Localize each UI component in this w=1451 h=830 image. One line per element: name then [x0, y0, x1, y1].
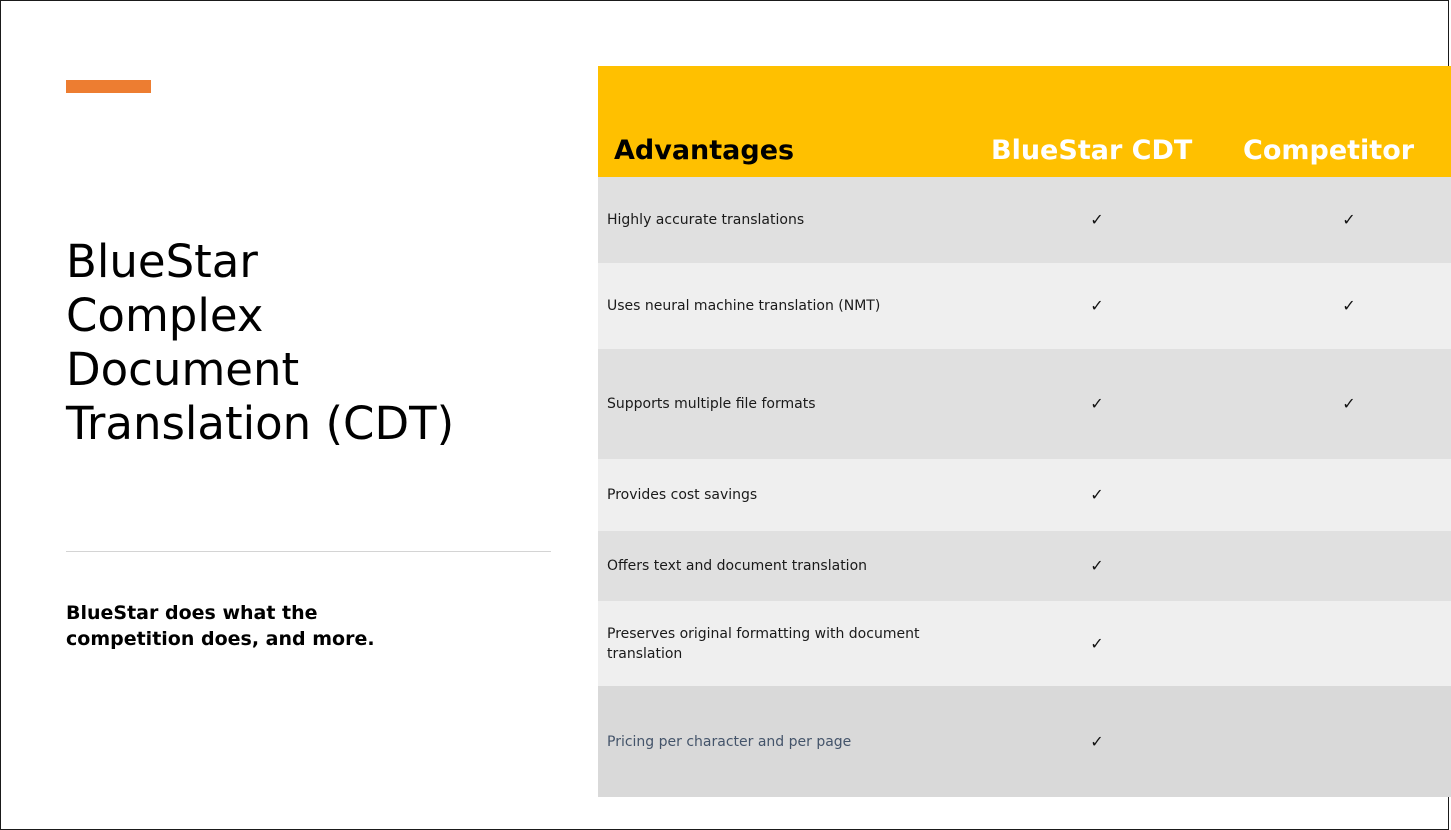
- bluestar-check-icon: ✓: [1090, 210, 1104, 229]
- row-label: Pricing per character and per page: [607, 733, 852, 750]
- slide-subtitle: BlueStar does what the competition does,…: [66, 602, 375, 650]
- competitor-check-icon: ✓: [1342, 394, 1356, 413]
- bluestar-check-icon: ✓: [1090, 633, 1104, 653]
- row-label: Highly accurate translations: [607, 212, 805, 228]
- row-label: Preserves original formatting with docum…: [607, 625, 920, 662]
- bluestar-check-icon: ✓: [1090, 296, 1104, 315]
- competitor-check-icon: ✓: [1342, 296, 1356, 315]
- table-row: Pricing per character and per page ✓: [598, 686, 1451, 797]
- competitor-check-icon: ✓: [1342, 210, 1356, 229]
- table-row: Preserves original formatting with docum…: [598, 601, 1451, 686]
- table-row: Highly accurate translations ✓ ✓: [598, 177, 1451, 263]
- table-header-row: Advantages BlueStar CDT Competitor: [598, 66, 1451, 177]
- row-label: Uses neural machine translation (NMT): [607, 298, 881, 314]
- title-divider: [66, 551, 551, 552]
- row-label: Provides cost savings: [607, 487, 758, 503]
- bluestar-check-icon: ✓: [1090, 485, 1104, 504]
- header-competitor: Competitor: [1243, 135, 1415, 166]
- bluestar-check-icon: ✓: [1090, 556, 1104, 575]
- comparison-table: Advantages BlueStar CDT Competitor Highl…: [598, 66, 1451, 797]
- table-row: Supports multiple file formats ✓ ✓: [598, 349, 1451, 459]
- row-label: Offers text and document translation: [607, 558, 868, 574]
- bluestar-check-icon: ✓: [1090, 731, 1104, 751]
- row-label: Supports multiple file formats: [607, 396, 816, 412]
- slide-title: BlueStar Complex Document Translation (C…: [66, 235, 455, 450]
- bluestar-check-icon: ✓: [1090, 394, 1104, 413]
- table-row: Provides cost savings ✓: [598, 459, 1451, 531]
- header-bluestar-cdt: BlueStar CDT: [991, 135, 1193, 166]
- table-row: Offers text and document translation ✓: [598, 531, 1451, 601]
- header-advantages: Advantages: [614, 135, 795, 166]
- accent-bar: [66, 80, 151, 93]
- table-row: Uses neural machine translation (NMT) ✓ …: [598, 263, 1451, 349]
